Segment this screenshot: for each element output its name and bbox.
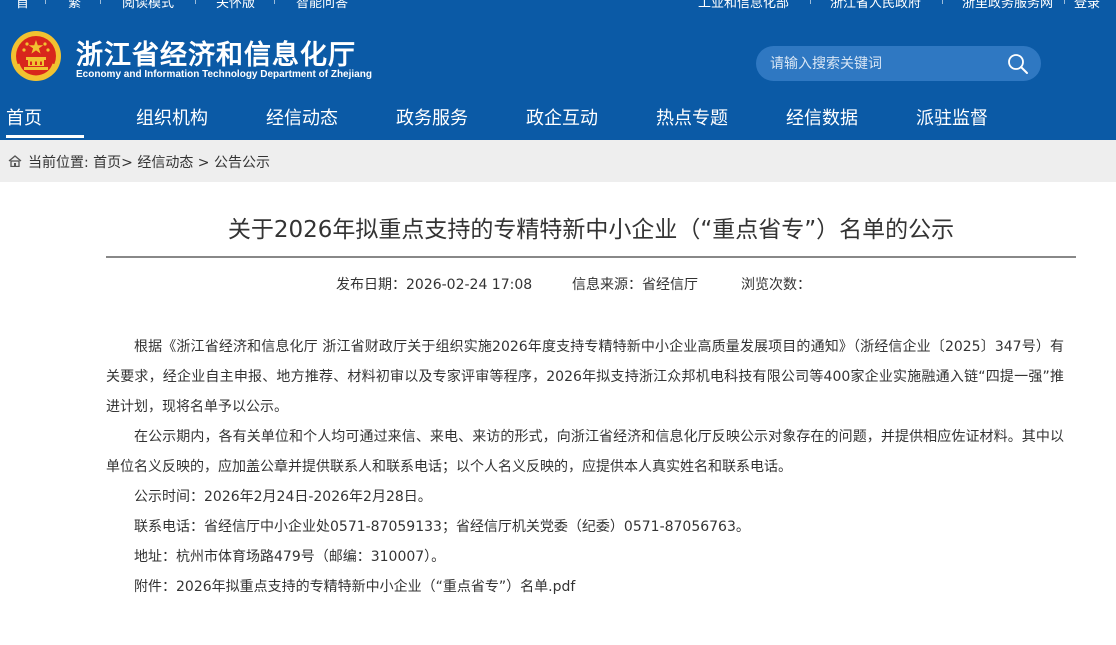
topbar-link-zj-gov[interactable]: 浙江省人民政府 — [830, 0, 921, 11]
article-body: 根据《浙江省经济和信息化厅 浙江省财政厅关于组织实施2026年度支持专精特新中小… — [106, 332, 1064, 602]
site-title[interactable]: 浙江省经济和信息化厅 — [76, 33, 356, 72]
breadcrumb-prefix: 当前位置: — [28, 155, 89, 171]
paragraph-feedback: 在公示期内，各有关单位和个人均可通过来信、来电、来访的形式，向浙江省经济和信息化… — [106, 429, 1064, 475]
search-box — [756, 46, 1041, 81]
topbar-divider — [1064, 0, 1065, 4]
breadcrumb-link-home[interactable]: 首页> — [93, 155, 133, 171]
paragraph-notice: 根据《浙江省经济和信息化厅 浙江省财政厅关于组织实施2026年度支持专精特新中小… — [106, 339, 1064, 415]
publish-date: 发布日期：2026-02-24 17:08 — [336, 277, 533, 293]
topbar-link-reading-mode[interactable]: 阅读模式 — [122, 0, 174, 11]
nav-item-interaction[interactable]: 政企互动 — [526, 104, 598, 130]
topbar-link-home[interactable]: 首 — [16, 0, 29, 11]
nav-item-gov-service[interactable]: 政务服务 — [396, 104, 468, 130]
paragraph-address: 地址：杭州市体育场路479号（邮编：310007）。 — [134, 549, 446, 565]
paragraph-phone: 联系电话：省经信厅中小企业处0571-87059133；省经信厅机关党委（纪委）… — [134, 519, 750, 535]
paragraph-period: 公示时间：2026年2月24日-2026年2月28日。 — [134, 489, 432, 505]
nav-item-data[interactable]: 经信数据 — [786, 104, 858, 130]
nav-item-topics[interactable]: 热点专题 — [656, 104, 728, 130]
main-nav: 首页 组织机构 经信动态 政务服务 政企互动 热点专题 经信数据 派驻监督 — [0, 104, 1116, 140]
article-meta: 发布日期：2026-02-24 17:08 信息来源：省经信厅 浏览次数： — [0, 274, 1116, 294]
search-input[interactable] — [770, 53, 990, 75]
topbar-divider — [195, 0, 196, 4]
nav-item-home[interactable]: 首页 — [6, 104, 84, 138]
topbar-divider — [45, 0, 46, 4]
topbar-divider — [274, 0, 275, 4]
article-title: 关于2026年拟重点支持的专精特新中小企业（“重点省专”）名单的公示 — [227, 217, 955, 243]
breadcrumb: 当前位置: 首页> 经信动态 > 公告公示 — [0, 140, 1116, 182]
top-bar: 首 繁 阅读模式 关怀版 智能问答 工业和信息化部 浙江省人民政府 浙里政务服务… — [0, 0, 1116, 11]
site-subtitle: Economy and Information Technology Depar… — [76, 69, 372, 80]
nav-item-supervision[interactable]: 派驻监督 — [916, 104, 988, 130]
breadcrumb-link-news[interactable]: 经信动态 > — [137, 155, 209, 171]
home-icon — [8, 155, 22, 167]
nav-item-organization[interactable]: 组织机构 — [136, 104, 208, 130]
breadcrumb-trail: 当前位置: 首页> 经信动态 > 公告公示 — [28, 152, 270, 172]
paragraph-attachment: 附件：2026年拟重点支持的专精特新中小企业（“重点省专”）名单.pdf — [106, 572, 1064, 602]
topbar-link-care-mode[interactable]: 关怀版 — [216, 0, 255, 11]
view-count: 浏览次数： — [741, 277, 811, 293]
attachment-label: 附件： — [134, 579, 176, 595]
national-emblem-icon — [11, 31, 61, 81]
topbar-link-gov-service[interactable]: 浙里政务服务网 — [962, 0, 1053, 11]
topbar-divider — [100, 0, 101, 4]
topbar-link-miit[interactable]: 工业和信息化部 — [698, 0, 789, 11]
site-header: 首 繁 阅读模式 关怀版 智能问答 工业和信息化部 浙江省人民政府 浙里政务服务… — [0, 0, 1116, 140]
info-source: 信息来源：省经信厅 — [572, 277, 698, 293]
breadcrumb-link-notices[interactable]: 公告公示 — [214, 155, 270, 171]
topbar-link-traditional[interactable]: 繁 — [68, 0, 81, 11]
topbar-divider — [810, 0, 811, 4]
search-icon[interactable] — [1007, 53, 1029, 75]
attachment-link[interactable]: 2026年拟重点支持的专精特新中小企业（“重点省专”）名单.pdf — [176, 579, 575, 595]
nav-item-news[interactable]: 经信动态 — [266, 104, 338, 130]
topbar-divider — [942, 0, 943, 4]
title-divider — [106, 256, 1076, 258]
topbar-link-login[interactable]: 登录 — [1074, 0, 1100, 11]
topbar-link-smart-qa[interactable]: 智能问答 — [296, 0, 348, 11]
